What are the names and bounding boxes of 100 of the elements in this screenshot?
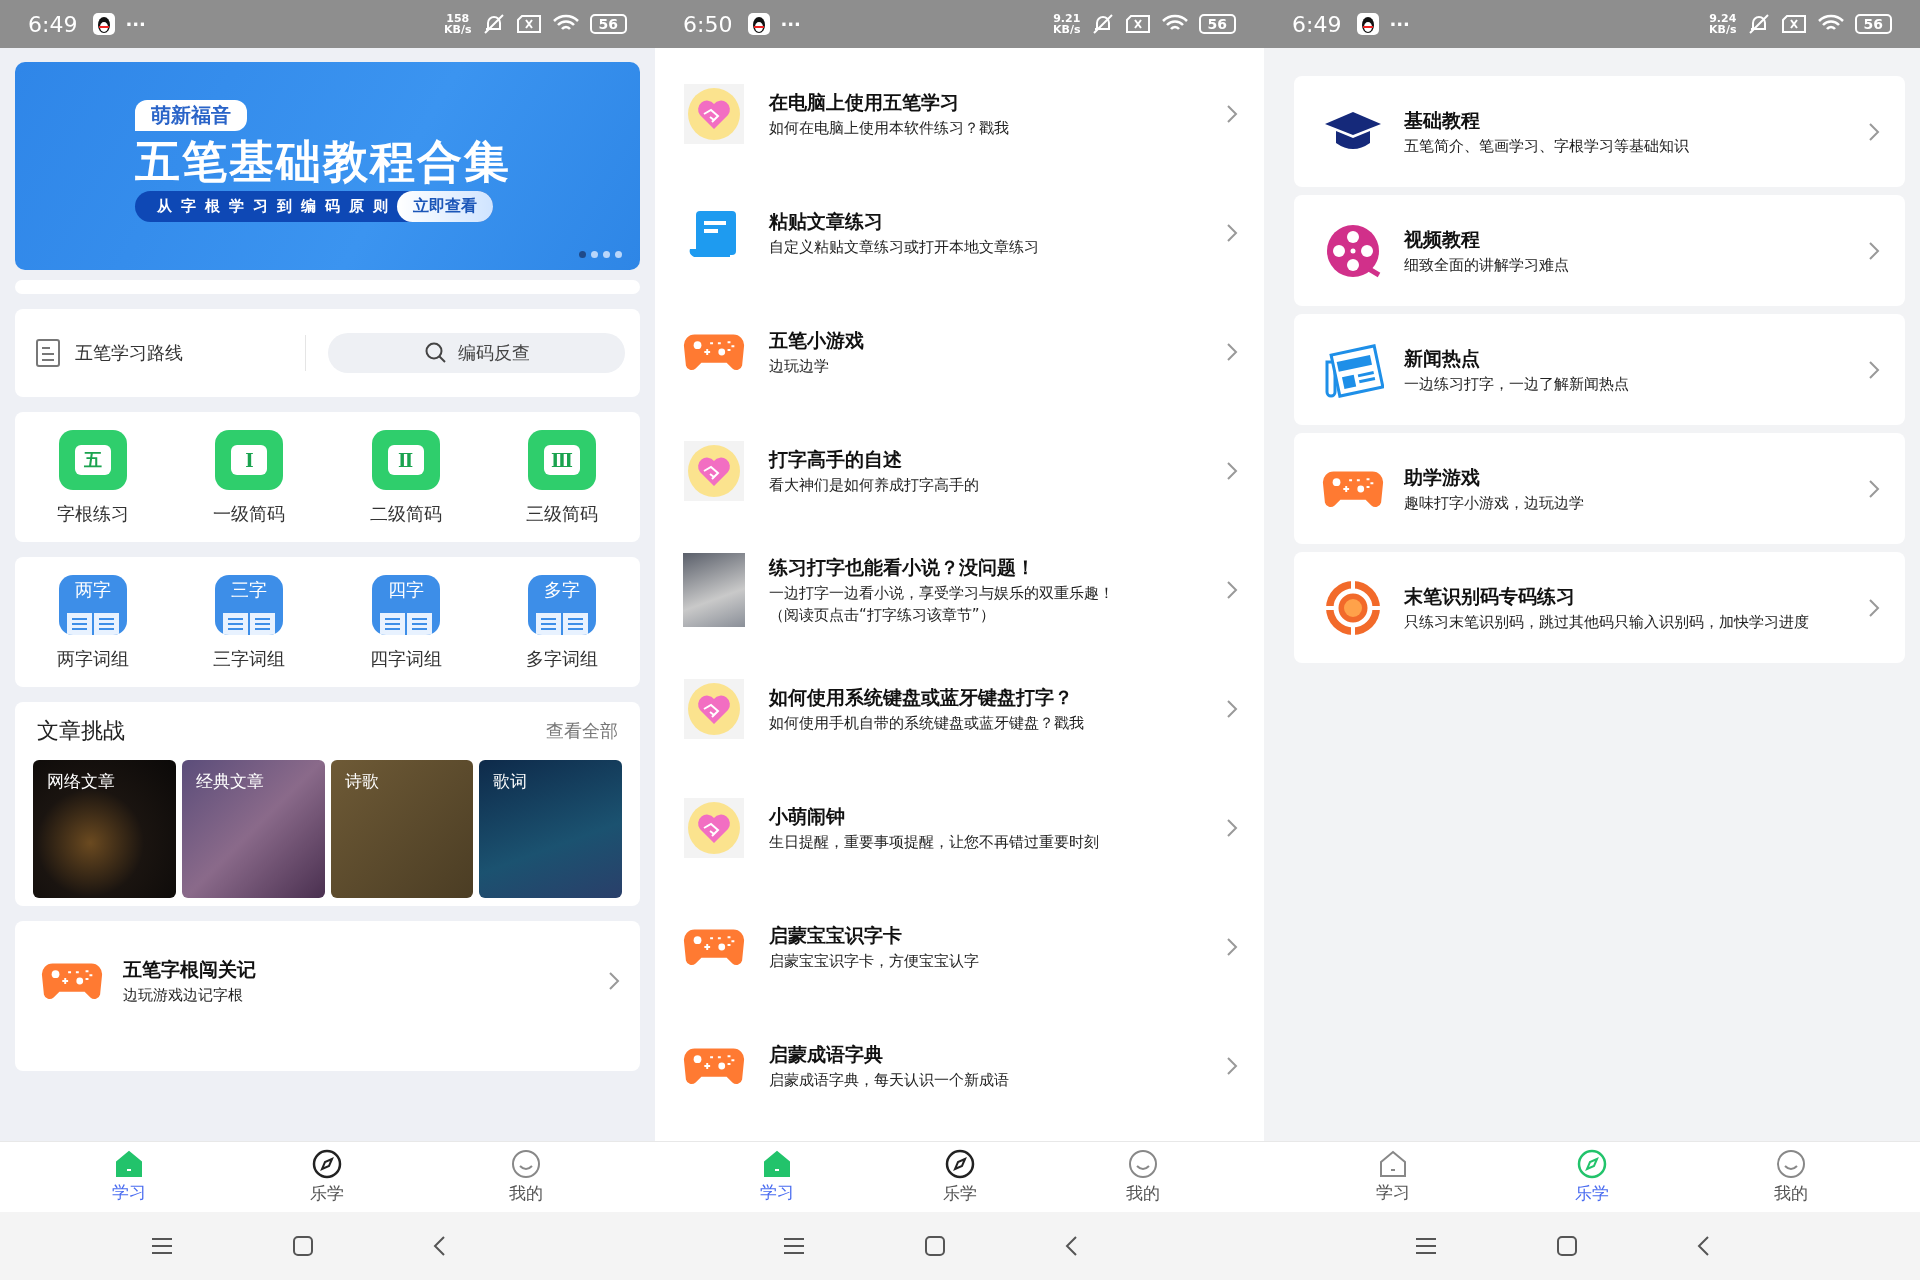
tile-glyph: Ⅲ	[543, 445, 580, 475]
section-title: 文章挑战	[37, 717, 125, 745]
status-time: 6:49	[1292, 11, 1342, 37]
network-speed: 9.24 KB/s	[1709, 13, 1737, 35]
square-icon[interactable]	[1556, 1235, 1578, 1257]
heart-handshake-icon	[683, 440, 745, 501]
item-title[interactable]: 助学游戏	[1404, 464, 1848, 491]
chevron-right-icon[interactable]	[1226, 698, 1238, 719]
item-title[interactable]: 在电脑上使用五笔学习	[769, 89, 1202, 116]
article-tile[interactable]: 经典文章	[181, 760, 325, 898]
tab[interactable]: 乐学	[1492, 1142, 1692, 1212]
item-title[interactable]: 打字高手的自述	[769, 446, 1202, 473]
pager-dot[interactable]	[591, 251, 598, 258]
item-title[interactable]: 五笔小游戏	[769, 327, 1202, 354]
view-now-button[interactable]: 立即查看	[397, 191, 493, 222]
chevron-right-icon[interactable]	[1868, 597, 1880, 618]
item-title[interactable]: 基础教程	[1404, 107, 1848, 134]
pager-dot[interactable]	[603, 251, 610, 258]
article-tile[interactable]: 歌词	[479, 760, 622, 898]
item-description: 如何使用手机自带的系统键盘或蓝牙键盘？戳我	[769, 713, 1085, 733]
smiley-icon	[1127, 1149, 1158, 1179]
chevron-right-icon[interactable]	[608, 971, 620, 991]
item-title[interactable]: 启蒙成语字典	[769, 1041, 1202, 1068]
tab[interactable]: 我的	[1051, 1142, 1234, 1212]
battery-indicator: 56	[589, 14, 627, 34]
tab[interactable]: 乐学	[228, 1142, 427, 1212]
smiley-icon	[510, 1149, 541, 1179]
pager-dot[interactable]	[615, 251, 622, 258]
item-title[interactable]: 视频教程	[1404, 226, 1848, 253]
notification-more: ···	[125, 13, 146, 35]
menu-icon[interactable]	[781, 1236, 806, 1256]
sim-card-icon	[515, 14, 542, 34]
banner-subtitle: 从字根学习到编码原则	[157, 197, 397, 216]
tab[interactable]: 学习	[30, 1142, 229, 1212]
item-description: 趣味打字小游戏，边玩边学	[1404, 493, 1585, 513]
chevron-right-icon[interactable]	[1226, 817, 1238, 838]
square-icon[interactable]	[291, 1235, 314, 1257]
chevron-right-icon[interactable]	[1226, 1055, 1238, 1076]
notification-more: ···	[780, 13, 801, 35]
article-tile[interactable]: 网络文章	[33, 760, 176, 898]
search-icon	[423, 341, 448, 365]
item-description: 边玩边学	[769, 356, 830, 376]
view-all-link[interactable]: 查看全部	[546, 719, 618, 743]
item-description: 启蒙宝宝识字卡，方便宝宝认字	[769, 951, 980, 971]
item-description: （阅读页点击“打字练习该章节”）	[769, 605, 996, 625]
item-description: 边玩游戏边记字根	[123, 986, 244, 1005]
tab[interactable]: 我的	[1691, 1142, 1890, 1212]
chevron-right-icon[interactable]	[1868, 478, 1880, 499]
item-title[interactable]: 小萌闹钟	[769, 803, 1202, 830]
notification-more: ···	[1389, 13, 1410, 35]
learning-route-link[interactable]: 五笔学习路线	[75, 341, 183, 365]
battery-indicator: 56	[1854, 14, 1892, 34]
item-description: 五笔简介、笔画学习、字根学习等基础知识	[1404, 136, 1690, 156]
item-title[interactable]: 末笔识别码专码练习	[1404, 583, 1848, 610]
house-icon	[114, 1150, 145, 1178]
banner-tag: 萌新福音	[135, 100, 247, 131]
tile-text: 两字	[75, 579, 112, 601]
item-description: 如何在电脑上使用本软件练习？戳我	[769, 118, 1010, 138]
shortcut-label: 多字词组	[525, 647, 598, 671]
search-field[interactable]: 编码反查	[328, 333, 625, 373]
back-icon[interactable]	[1063, 1235, 1078, 1257]
item-title[interactable]: 粘贴文章练习	[769, 208, 1202, 235]
tile-text: 三字	[231, 579, 268, 601]
menu-icon[interactable]	[1414, 1236, 1438, 1256]
chevron-right-icon[interactable]	[1226, 579, 1238, 600]
tile-glyph: Ⅰ	[231, 445, 268, 475]
back-icon[interactable]	[1696, 1235, 1710, 1257]
item-title[interactable]: 新闻热点	[1404, 345, 1848, 372]
chevron-right-icon[interactable]	[1868, 359, 1880, 380]
item-title[interactable]: 练习打字也能看小说？没问题！	[769, 554, 1202, 581]
tab[interactable]: 乐学	[868, 1142, 1051, 1212]
chevron-right-icon[interactable]	[1868, 240, 1880, 261]
shortcut-label: 字根练习	[57, 502, 130, 526]
chevron-right-icon[interactable]	[1226, 222, 1238, 243]
tab[interactable]: 学习	[1294, 1142, 1493, 1212]
menu-icon[interactable]	[149, 1236, 174, 1256]
tab[interactable]: 我的	[426, 1142, 625, 1212]
back-icon[interactable]	[431, 1235, 446, 1257]
sim-card-icon	[1780, 14, 1807, 34]
item-title[interactable]: 如何使用系统键盘或蓝牙键盘打字？	[769, 684, 1202, 711]
house-icon	[761, 1150, 792, 1178]
penguin-icon	[748, 13, 771, 35]
item-title[interactable]: 五笔字根闯关记	[123, 957, 588, 983]
promo-banner[interactable]: 萌新福音 五笔基础教程合集 从字根学习到编码原则 立即查看	[15, 62, 640, 270]
tab[interactable]: 学习	[685, 1142, 868, 1212]
square-icon[interactable]	[923, 1235, 946, 1257]
chevron-right-icon[interactable]	[1226, 460, 1238, 481]
item-title[interactable]: 启蒙宝宝识字卡	[769, 922, 1202, 949]
item-description: 看大神们是如何养成打字高手的	[769, 475, 980, 495]
penguin-icon	[93, 13, 116, 35]
chevron-right-icon[interactable]	[1226, 103, 1238, 124]
sim-card-icon	[1124, 14, 1151, 34]
pager-dot[interactable]	[579, 251, 586, 258]
chevron-right-icon[interactable]	[1226, 936, 1238, 957]
tile-text: 四字	[387, 579, 424, 601]
document-icon	[35, 338, 61, 368]
article-tile[interactable]: 诗歌	[330, 760, 474, 898]
chevron-right-icon[interactable]	[1868, 121, 1880, 142]
chevron-right-icon[interactable]	[1226, 341, 1238, 362]
house-icon	[1378, 1150, 1409, 1178]
